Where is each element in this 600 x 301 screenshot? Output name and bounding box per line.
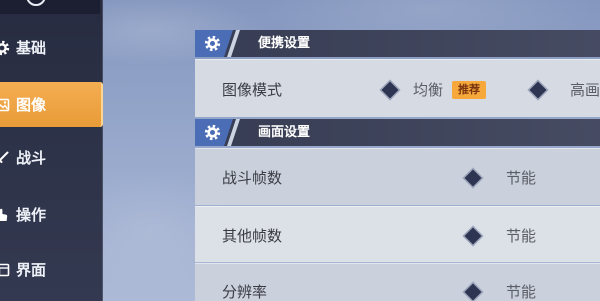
section-header-display: 画面设置: [195, 119, 600, 146]
option-battle-fps-value[interactable]: 节能: [463, 168, 539, 188]
recommended-badge: 推荐: [452, 81, 486, 99]
diamond-icon: [464, 283, 482, 301]
option-label: 均衡: [413, 81, 444, 99]
battle-icon: [0, 150, 10, 166]
sidebar-item-label: 基础: [16, 39, 47, 57]
circle-icon: [26, 0, 46, 6]
setting-row-image-mode: 图像模式 均衡 推荐 高画: [195, 59, 600, 117]
sidebar-item-graphics[interactable]: 图像: [0, 82, 103, 127]
sidebar-item-controls[interactable]: 操作: [0, 195, 103, 235]
interface-icon: [0, 262, 10, 278]
sidebar-item-battle[interactable]: 战斗: [0, 138, 103, 178]
option-resolution-value[interactable]: 节能: [463, 282, 539, 301]
section-header-portable: 便携设置: [195, 30, 600, 57]
setting-label: 图像模式: [222, 81, 283, 99]
option-other-fps-value[interactable]: 节能: [463, 226, 539, 246]
controls-icon: [0, 207, 10, 223]
diamond-icon: [381, 81, 399, 99]
sidebar-item-interface[interactable]: 界面: [0, 250, 103, 290]
section-title: 画面设置: [258, 125, 311, 140]
gear-icon: [204, 35, 221, 52]
option-balanced[interactable]: 均衡 推荐: [380, 80, 486, 100]
settings-sidebar: 基础 图像 战斗 操作 界面: [0, 0, 103, 301]
diamond-icon: [529, 81, 547, 99]
image-icon: [0, 97, 10, 113]
sidebar-item-label: 操作: [16, 206, 47, 224]
sidebar-item-basic[interactable]: 基础: [0, 28, 103, 68]
sidebar-item-label: 界面: [16, 261, 47, 279]
setting-label: 其他帧数: [222, 227, 283, 245]
diamond-icon: [464, 169, 482, 187]
gear-icon: [204, 124, 221, 141]
section-title: 便携设置: [258, 36, 311, 51]
sidebar-item-label: 图像: [16, 95, 47, 114]
setting-row-other-fps: 其他帧数 节能: [195, 206, 600, 262]
sidebar-item-label: 战斗: [16, 149, 47, 167]
option-label: 节能: [506, 227, 537, 245]
option-label: 节能: [506, 169, 537, 187]
setting-row-resolution: 分辨率 节能: [195, 263, 600, 301]
settings-panel: 便携设置 图像模式 均衡 推荐 高画 画面设置 战斗帧数 节能 其他帧数 节能 …: [195, 0, 600, 301]
setting-label: 战斗帧数: [222, 169, 283, 187]
sidebar-header-partial: [0, 0, 100, 14]
setting-row-battle-fps: 战斗帧数 节能: [195, 148, 600, 205]
diamond-icon: [464, 227, 482, 245]
setting-label: 分辨率: [222, 283, 268, 301]
option-label: 节能: [506, 283, 537, 301]
gear-icon: [0, 40, 10, 56]
option-label: 高画: [570, 81, 600, 99]
option-high-quality[interactable]: 高画: [528, 80, 600, 100]
